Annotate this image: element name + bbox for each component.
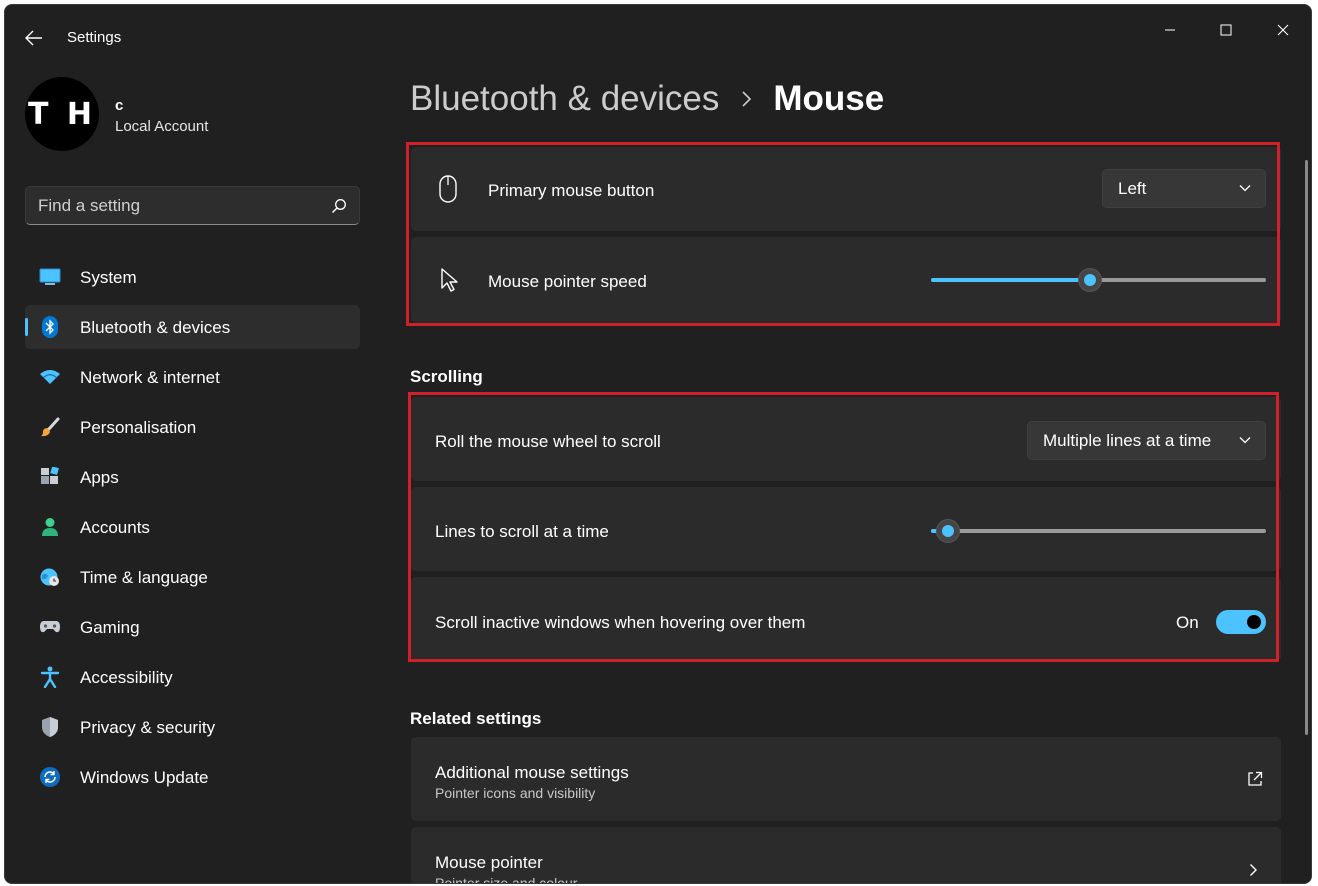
user-name: c (115, 97, 124, 114)
minimize-icon (1165, 29, 1175, 31)
scroll-inactive-card: Scroll inactive windows when hovering ov… (411, 577, 1281, 661)
open-external-icon (1248, 771, 1263, 786)
maximize-icon (1220, 24, 1232, 36)
sidebar-item-windows-update[interactable]: Windows Update (25, 755, 360, 799)
sidebar-item-label: Accounts (80, 518, 150, 537)
primary-mouse-button-card: Primary mouse button Left (411, 147, 1281, 231)
chevron-right-icon (741, 90, 753, 108)
dropdown-value: Multiple lines at a time (1043, 431, 1212, 450)
primary-mouse-button-dropdown[interactable]: Left (1102, 169, 1266, 208)
primary-mouse-button-label: Primary mouse button (488, 181, 655, 200)
active-indicator (25, 318, 28, 336)
sidebar-item-personalisation[interactable]: Personalisation (25, 405, 360, 449)
apps-icon (39, 466, 61, 488)
back-button[interactable] (19, 23, 49, 53)
scrollbar[interactable] (1305, 160, 1308, 735)
toggle-knob (1247, 615, 1261, 629)
sidebar-item-label: Network & internet (80, 368, 220, 387)
sidebar-item-label: Privacy & security (80, 718, 216, 737)
gamepad-icon (39, 616, 61, 638)
avatar-initials: T H (27, 96, 96, 132)
sidebar-item-label: Personalisation (80, 418, 197, 437)
monitor-icon (39, 266, 61, 288)
mouse-icon (439, 175, 457, 203)
avatar[interactable]: T H (25, 77, 99, 151)
lines-to-scroll-card: Lines to scroll at a time (411, 487, 1281, 571)
paintbrush-icon (39, 416, 61, 438)
sidebar-item-label: Bluetooth & devices (80, 318, 231, 337)
sidebar-item-bluetooth-devices[interactable]: Bluetooth & devices (25, 305, 360, 349)
additional-mouse-settings-link[interactable]: Additional mouse settings Pointer icons … (411, 737, 1281, 821)
person-icon (39, 516, 61, 538)
update-icon (39, 766, 61, 788)
sidebar-item-apps[interactable]: Apps (25, 455, 360, 499)
shield-icon (39, 716, 61, 738)
chevron-down-icon (1239, 437, 1251, 444)
cursor-icon (441, 268, 458, 292)
additional-mouse-settings-label: Additional mouse settings (435, 763, 629, 782)
sidebar-item-label: Windows Update (80, 768, 209, 787)
close-button[interactable] (1263, 15, 1303, 45)
mouse-pointer-label: Mouse pointer (435, 853, 543, 872)
mouse-pointer-sub: Pointer size and colour (435, 875, 578, 884)
roll-wheel-card: Roll the mouse wheel to scroll Multiple … (411, 397, 1281, 481)
roll-wheel-dropdown[interactable]: Multiple lines at a time (1027, 421, 1266, 460)
breadcrumb-parent[interactable]: Bluetooth & devices (410, 79, 719, 119)
scrolling-section-title: Scrolling (410, 367, 483, 386)
related-settings-title: Related settings (410, 709, 542, 728)
sidebar-item-privacy-security[interactable]: Privacy & security (25, 705, 360, 749)
chevron-right-icon (1250, 864, 1257, 876)
globe-clock-icon (39, 566, 61, 588)
toggle-state-label: On (1176, 613, 1199, 632)
roll-wheel-label: Roll the mouse wheel to scroll (435, 432, 661, 451)
page-title: Mouse (773, 79, 885, 118)
sidebar-item-time-language[interactable]: Time & language (25, 555, 360, 599)
mouse-pointer-speed-label: Mouse pointer speed (488, 272, 647, 291)
app-title: Settings (67, 29, 122, 46)
additional-mouse-settings-sub: Pointer icons and visibility (435, 785, 596, 801)
sidebar-item-label: Apps (80, 468, 119, 487)
sidebar-item-accounts[interactable]: Accounts (25, 505, 360, 549)
sidebar-item-system[interactable]: System (25, 255, 360, 299)
sidebar-item-label: System (80, 268, 137, 287)
search-box (25, 186, 360, 225)
slider-thumb[interactable] (936, 519, 960, 543)
mouse-pointer-link[interactable]: Mouse pointer Pointer size and colour (411, 827, 1281, 884)
sidebar-item-label: Accessibility (80, 668, 173, 687)
settings-window: Settings T H c Local Account System Blue… (4, 4, 1312, 884)
maximize-button[interactable] (1206, 15, 1246, 45)
slider-fill (931, 278, 1090, 282)
lines-to-scroll-label: Lines to scroll at a time (435, 522, 609, 541)
sidebar-item-label: Gaming (80, 618, 140, 637)
breadcrumb: Bluetooth & devices Mouse (410, 79, 884, 119)
close-icon (1277, 24, 1289, 36)
search-input[interactable] (38, 195, 318, 217)
slider-thumb[interactable] (1078, 268, 1102, 292)
sidebar-item-network-internet[interactable]: Network & internet (25, 355, 360, 399)
bluetooth-icon (39, 316, 61, 338)
chevron-down-icon (1239, 185, 1251, 192)
sidebar-item-label: Time & language (80, 568, 208, 587)
scroll-inactive-toggle[interactable] (1216, 610, 1266, 634)
title-bar: Settings (5, 5, 1311, 67)
arrow-left-icon (25, 30, 42, 46)
lines-to-scroll-slider[interactable] (931, 519, 1266, 543)
dropdown-value: Left (1118, 179, 1147, 198)
mouse-pointer-speed-card: Mouse pointer speed (411, 237, 1281, 323)
sidebar-item-gaming[interactable]: Gaming (25, 605, 360, 649)
scroll-inactive-label: Scroll inactive windows when hovering ov… (435, 613, 806, 632)
accessibility-icon (39, 666, 61, 688)
mouse-pointer-speed-slider[interactable] (931, 268, 1266, 292)
search-icon[interactable] (331, 198, 347, 214)
account-type: Local Account (115, 118, 209, 135)
minimize-button[interactable] (1150, 15, 1190, 45)
wifi-icon (39, 366, 61, 388)
sidebar-item-accessibility[interactable]: Accessibility (25, 655, 360, 699)
